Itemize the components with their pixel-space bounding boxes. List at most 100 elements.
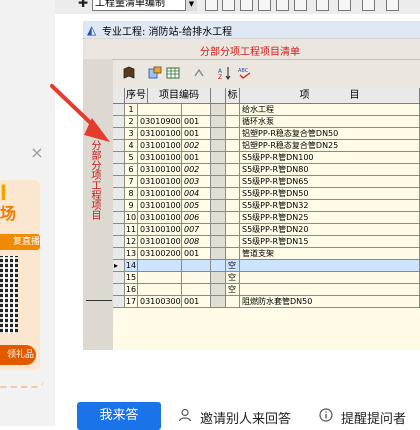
- table-row[interactable]: 10 031001006 006 S5级PP-R管DN25: [113, 212, 420, 224]
- item-list-table[interactable]: 序号 项目编码 标 项 目 1 给水工程 2 030109001 001 循环水泵 3 031…: [113, 88, 420, 350]
- toolbar-icon-8[interactable]: [338, 0, 351, 11]
- row-item-code[interactable]: 031003003: [138, 296, 182, 308]
- row-item-suffix[interactable]: 007: [182, 224, 211, 236]
- row-item-code[interactable]: 031001001: [138, 128, 182, 140]
- table-row[interactable]: 6 031001006 002 S5级PP-R管DN80: [113, 164, 420, 176]
- row-item-suffix[interactable]: 001: [182, 296, 211, 308]
- row-flag[interactable]: [226, 176, 240, 188]
- row-flag[interactable]: [226, 212, 240, 224]
- row-flag[interactable]: [226, 200, 240, 212]
- header-code[interactable]: 项目编码: [148, 88, 211, 104]
- table-row[interactable]: 4 031001001 002 铝塑PP-R稳态复合管DN25: [113, 140, 420, 152]
- mode-select[interactable]: 工程量清单编制: [92, 0, 196, 11]
- row-item-code[interactable]: 031001006: [138, 224, 182, 236]
- table-row[interactable]: 16 空: [113, 284, 420, 296]
- row-item-name[interactable]: [240, 272, 420, 284]
- table-row[interactable]: 3 031001001 001 铝塑PP-R稳态复合管DN50: [113, 128, 420, 140]
- table-row[interactable]: 5 031001006 001 S5级PP-R管DN100: [113, 152, 420, 164]
- row-flag[interactable]: 空: [226, 284, 240, 296]
- row-item-name[interactable]: [240, 260, 420, 272]
- row-flag[interactable]: 空: [226, 260, 240, 272]
- row-item-name[interactable]: S5级PP-R管DN15: [240, 236, 420, 248]
- row-item-code[interactable]: [138, 260, 182, 272]
- row-flag[interactable]: [226, 236, 240, 248]
- row-item-code[interactable]: 031001001: [138, 140, 182, 152]
- tree-icon[interactable]: [192, 66, 206, 80]
- row-item-suffix[interactable]: 001: [182, 128, 211, 140]
- chevron-down-icon[interactable]: ▼: [185, 0, 197, 11]
- table-row[interactable]: 13 031002001 001 管道支架: [113, 248, 420, 260]
- row-item-name[interactable]: S5级PP-R管DN50: [240, 188, 420, 200]
- table-row[interactable]: 15 空: [113, 272, 420, 284]
- row-item-name[interactable]: S5级PP-R管DN65: [240, 176, 420, 188]
- row-flag[interactable]: [226, 152, 240, 164]
- header-flag[interactable]: 标: [226, 88, 240, 104]
- row-item-name[interactable]: S5级PP-R管DN20: [240, 224, 420, 236]
- row-item-code[interactable]: [138, 284, 182, 296]
- row-item-name[interactable]: S5级PP-R管DN32: [240, 200, 420, 212]
- row-flag[interactable]: [226, 296, 240, 308]
- table-row[interactable]: 1 给水工程: [113, 104, 420, 116]
- row-flag[interactable]: [226, 164, 240, 176]
- row-item-code[interactable]: [138, 272, 182, 284]
- row-item-code[interactable]: 031001006: [138, 236, 182, 248]
- row-item-suffix[interactable]: [182, 284, 211, 296]
- table-row[interactable]: 8 031001006 004 S5级PP-R管DN50: [113, 188, 420, 200]
- toolbar-icon-6[interactable]: [294, 0, 307, 11]
- toolbar-dropdown-icon[interactable]: ✚: [78, 0, 88, 10]
- table-row[interactable]: 17 031003003 001 阻燃防水套管DN50: [113, 296, 420, 308]
- row-flag[interactable]: [226, 104, 240, 116]
- row-item-suffix[interactable]: 004: [182, 188, 211, 200]
- table-row[interactable]: 12 031001006 008 S5级PP-R管DN15: [113, 236, 420, 248]
- table-row[interactable]: 9 031001006 005 S5级PP-R管DN32: [113, 200, 420, 212]
- row-item-name[interactable]: S5级PP-R管DN100: [240, 152, 420, 164]
- row-item-code[interactable]: 031001006: [138, 200, 182, 212]
- grid-icon[interactable]: [166, 66, 180, 80]
- row-flag[interactable]: [226, 128, 240, 140]
- book-icon[interactable]: [122, 66, 136, 80]
- toolbar-icon-9[interactable]: [362, 0, 375, 11]
- row-item-name[interactable]: 管道支架: [240, 248, 420, 260]
- header-name[interactable]: 项 目: [240, 88, 420, 104]
- row-item-suffix[interactable]: 001: [182, 116, 211, 128]
- side-panel-label[interactable]: 分部分项工程项目: [86, 140, 100, 220]
- row-item-name[interactable]: 阻燃防水套管DN50: [240, 296, 420, 308]
- row-item-code[interactable]: 031001006: [138, 212, 182, 224]
- row-item-suffix[interactable]: 001: [182, 152, 211, 164]
- row-item-code[interactable]: 031002001: [138, 248, 182, 260]
- toolbar-icon-10[interactable]: [386, 0, 399, 11]
- row-item-suffix[interactable]: 005: [182, 200, 211, 212]
- row-item-suffix[interactable]: 008: [182, 236, 211, 248]
- row-item-suffix[interactable]: 006: [182, 212, 211, 224]
- remind-link[interactable]: 提醒提问者: [341, 408, 406, 427]
- toolbar-icon-2[interactable]: [222, 0, 235, 11]
- row-item-name[interactable]: S5级PP-R管DN80: [240, 164, 420, 176]
- toolbar-icon-3[interactable]: [240, 0, 253, 11]
- table-row[interactable]: 2 030109001 001 循环水泵: [113, 116, 420, 128]
- row-flag[interactable]: [226, 248, 240, 260]
- row-flag[interactable]: [226, 188, 240, 200]
- row-item-name[interactable]: 铝塑PP-R稳态复合管DN50: [240, 128, 420, 140]
- table-row[interactable]: ▸ 14 空: [113, 260, 420, 272]
- row-item-code[interactable]: 031001006: [138, 164, 182, 176]
- row-item-code[interactable]: 031001006: [138, 176, 182, 188]
- row-item-suffix[interactable]: 002: [182, 140, 211, 152]
- row-flag[interactable]: [226, 116, 240, 128]
- row-item-suffix[interactable]: 002: [182, 164, 211, 176]
- row-item-code[interactable]: 031001006: [138, 152, 182, 164]
- ad-gift-button[interactable]: 领礼品: [0, 345, 36, 365]
- invite-link[interactable]: 邀请别人来回答: [200, 408, 291, 427]
- row-item-code[interactable]: [138, 104, 182, 116]
- row-flag[interactable]: 空: [226, 272, 240, 284]
- row-item-name[interactable]: S5级PP-R管DN25: [240, 212, 420, 224]
- abc-check-icon[interactable]: ABC: [238, 66, 252, 80]
- row-item-suffix[interactable]: [182, 260, 211, 272]
- row-flag[interactable]: [226, 140, 240, 152]
- row-item-name[interactable]: 铝塑PP-R稳态复合管DN25: [240, 140, 420, 152]
- toolbar-icon-4[interactable]: [258, 0, 271, 11]
- info-icon[interactable]: [319, 408, 333, 425]
- table-row[interactable]: 11 031001006 007 S5级PP-R管DN20: [113, 224, 420, 236]
- row-item-name[interactable]: 循环水泵: [240, 116, 420, 128]
- toolbar-icon-1[interactable]: [205, 0, 218, 11]
- row-item-suffix[interactable]: 003: [182, 176, 211, 188]
